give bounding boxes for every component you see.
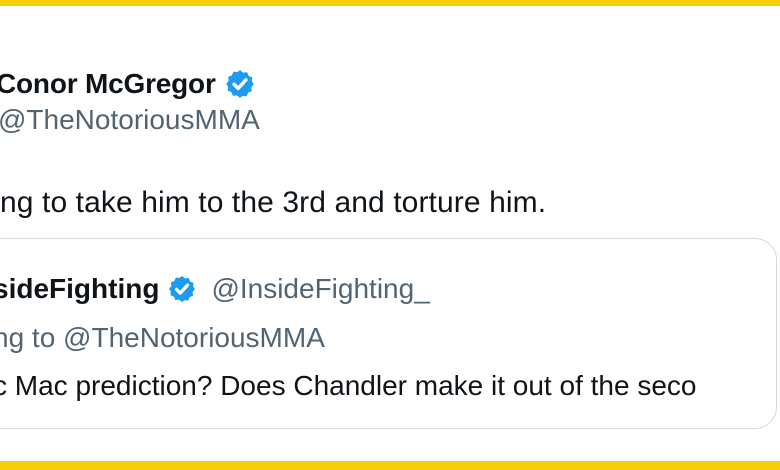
tweet-text: ng to take him to the 3rd and torture hi… (0, 186, 547, 219)
verified-badge-icon (169, 276, 196, 302)
yellow-frame-bottom (0, 461, 780, 470)
verified-badge-icon (225, 70, 254, 98)
replying-to-text[interactable]: ng to @TheNotoriousMMA (0, 322, 325, 354)
tweet-author-row[interactable]: Conor McGregor (0, 64, 256, 104)
quoted-handle[interactable]: @InsideFighting_ (211, 273, 429, 305)
quoted-tweet[interactable]: sideFighting @InsideFighting_ ng to @The… (0, 238, 777, 429)
quoted-display-name[interactable]: sideFighting (0, 273, 159, 305)
quoted-author-row[interactable]: sideFighting @InsideFighting_ (0, 269, 430, 309)
author-display-name[interactable]: Conor McGregor (0, 68, 216, 100)
quoted-tweet-text: c Mac prediction? Does Chandler make it … (0, 370, 697, 401)
author-handle[interactable]: @TheNotoriousMMA (0, 104, 260, 136)
tweet-card[interactable]: Conor McGregor @TheNotoriousMMA ng to ta… (0, 6, 780, 461)
